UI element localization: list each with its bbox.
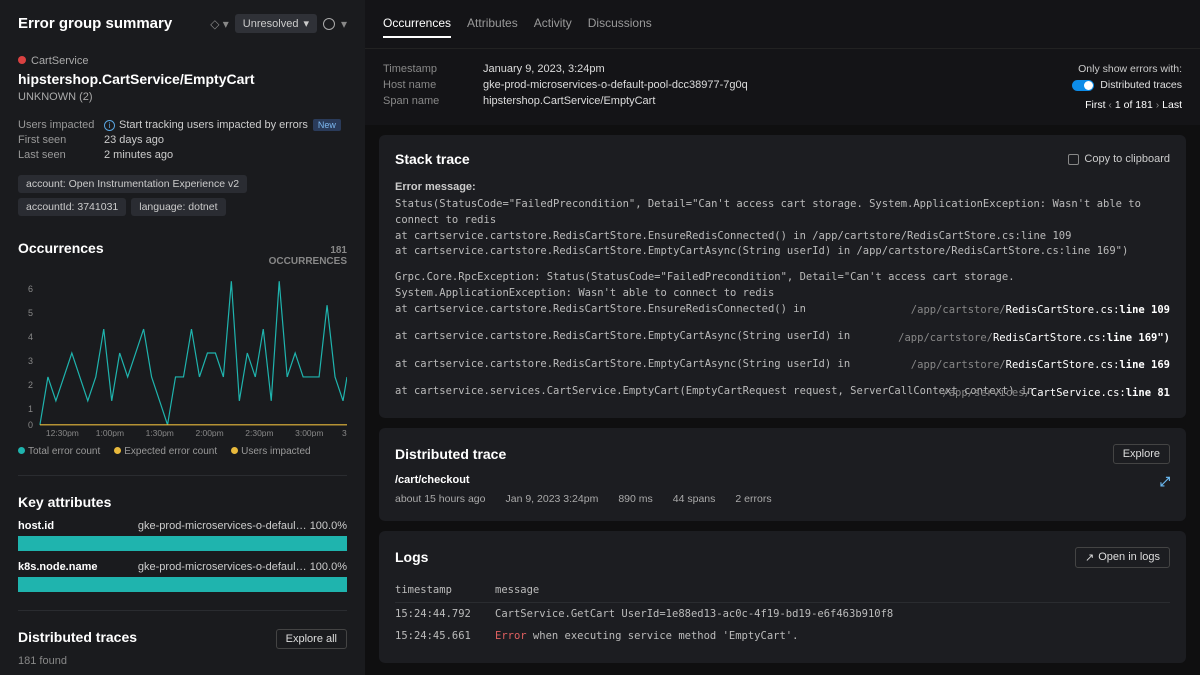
last-seen-label: Last seen: [18, 149, 104, 161]
pager-last[interactable]: Last: [1162, 99, 1182, 111]
svg-text:3:00pm: 3:00pm: [295, 428, 323, 437]
info-icon[interactable]: i: [104, 120, 115, 131]
explore-button[interactable]: Explore: [1113, 444, 1170, 464]
status-dropdown[interactable]: Unresolved▾: [235, 14, 317, 33]
service-status-dot: [18, 56, 26, 64]
attr-hostid-bar: [18, 536, 347, 551]
attr-k8s-bar: [18, 577, 347, 592]
filter-label: Only show errors with:: [1072, 63, 1182, 75]
distributed-trace-title: Distributed trace: [395, 446, 506, 462]
first-seen-value: 23 days ago: [104, 134, 164, 146]
last-seen-value: 2 minutes ago: [104, 149, 173, 161]
spanname-value: hipstershop.CartService/EmptyCart: [483, 95, 655, 107]
share-icon[interactable]: ◇ ▾: [210, 17, 229, 31]
pager-first[interactable]: First: [1085, 99, 1105, 111]
trace-name: /cart/checkout: [395, 474, 470, 490]
dist-traces-found: 181 found: [18, 655, 347, 667]
log-row[interactable]: 15:24:45.661Error when executing service…: [395, 625, 1170, 647]
tag-accountid[interactable]: accountId: 3741031: [18, 198, 126, 216]
error-name: hipstershop.CartService/EmptyCart: [18, 71, 347, 87]
svg-text:5: 5: [28, 308, 33, 318]
tab-occurrences[interactable]: Occurrences: [383, 10, 451, 38]
expand-icon[interactable]: ⤢: [1160, 474, 1170, 490]
copy-clipboard-button[interactable]: Copy to clipboard: [1068, 153, 1170, 165]
svg-text:6: 6: [28, 284, 33, 294]
svg-text:1:30pm: 1:30pm: [146, 428, 174, 437]
tab-activity[interactable]: Activity: [534, 10, 572, 38]
tag-account[interactable]: account: Open Instrumentation Experience…: [18, 175, 247, 193]
tab-attributes[interactable]: Attributes: [467, 10, 518, 38]
service-name: CartService: [31, 55, 88, 67]
distributed-traces-toggle[interactable]: [1072, 80, 1094, 91]
first-seen-label: First seen: [18, 134, 104, 146]
copy-icon: [1068, 154, 1079, 165]
log-row[interactable]: 15:24:44.792CartService.GetCart UserId=1…: [395, 603, 1170, 625]
spanname-label: Span name: [383, 95, 483, 107]
svg-text:4: 4: [28, 332, 33, 342]
log-col-message: message: [495, 584, 1170, 596]
svg-text:1:00pm: 1:00pm: [96, 428, 124, 437]
user-icon[interactable]: [323, 18, 335, 30]
explore-all-button[interactable]: Explore all: [276, 629, 347, 649]
page-title: Error group summary: [18, 15, 172, 32]
timestamp-value: January 9, 2023, 3:24pm: [483, 63, 605, 75]
open-in-logs-button[interactable]: ↗ Open in logs: [1075, 547, 1170, 568]
key-attributes-title: Key attributes: [18, 494, 347, 510]
error-subtitle: UNKNOWN (2): [18, 91, 347, 103]
error-message-label: Error message:: [395, 181, 1170, 193]
attr-hostid-name: host.id: [18, 520, 54, 532]
chart-legend: Total error count Expected error count U…: [18, 446, 347, 457]
occurrences-title: Occurrences: [18, 240, 104, 256]
tag-language[interactable]: language: dotnet: [131, 198, 225, 216]
stack-trace-body: Status(StatusCode="FailedPrecondition", …: [395, 197, 1170, 402]
svg-text:2:00pm: 2:00pm: [195, 428, 223, 437]
svg-text:2:30pm: 2:30pm: [245, 428, 273, 437]
occurrences-chart[interactable]: 6 5 4 3 2 1 0 12:30pm 1:00pm 1:30pm 2:00pm 2:30pm 3…: [18, 277, 347, 440]
svg-text:0: 0: [28, 420, 33, 430]
external-link-icon: ↗: [1085, 551, 1094, 564]
svg-text:3: 3: [28, 356, 33, 366]
hostname-label: Host name: [383, 79, 483, 91]
timestamp-label: Timestamp: [383, 63, 483, 75]
dist-traces-title: Distributed traces: [18, 629, 137, 645]
svg-text:1: 1: [28, 404, 33, 414]
users-impacted-label: Users impacted: [18, 119, 104, 131]
pager-position: 1 of 181: [1115, 99, 1153, 111]
svg-text:3: 3: [342, 428, 347, 437]
hostname-value: gke-prod-microservices-o-default-pool-dc…: [483, 79, 748, 91]
stack-trace-title: Stack trace: [395, 151, 470, 167]
attr-k8s-name: k8s.node.name: [18, 561, 97, 573]
new-badge: New: [313, 119, 341, 131]
svg-text:2: 2: [28, 380, 33, 390]
log-col-timestamp: timestamp: [395, 584, 495, 596]
logs-title: Logs: [395, 549, 428, 565]
tab-discussions[interactable]: Discussions: [588, 10, 652, 38]
svg-text:12:30pm: 12:30pm: [46, 428, 79, 437]
